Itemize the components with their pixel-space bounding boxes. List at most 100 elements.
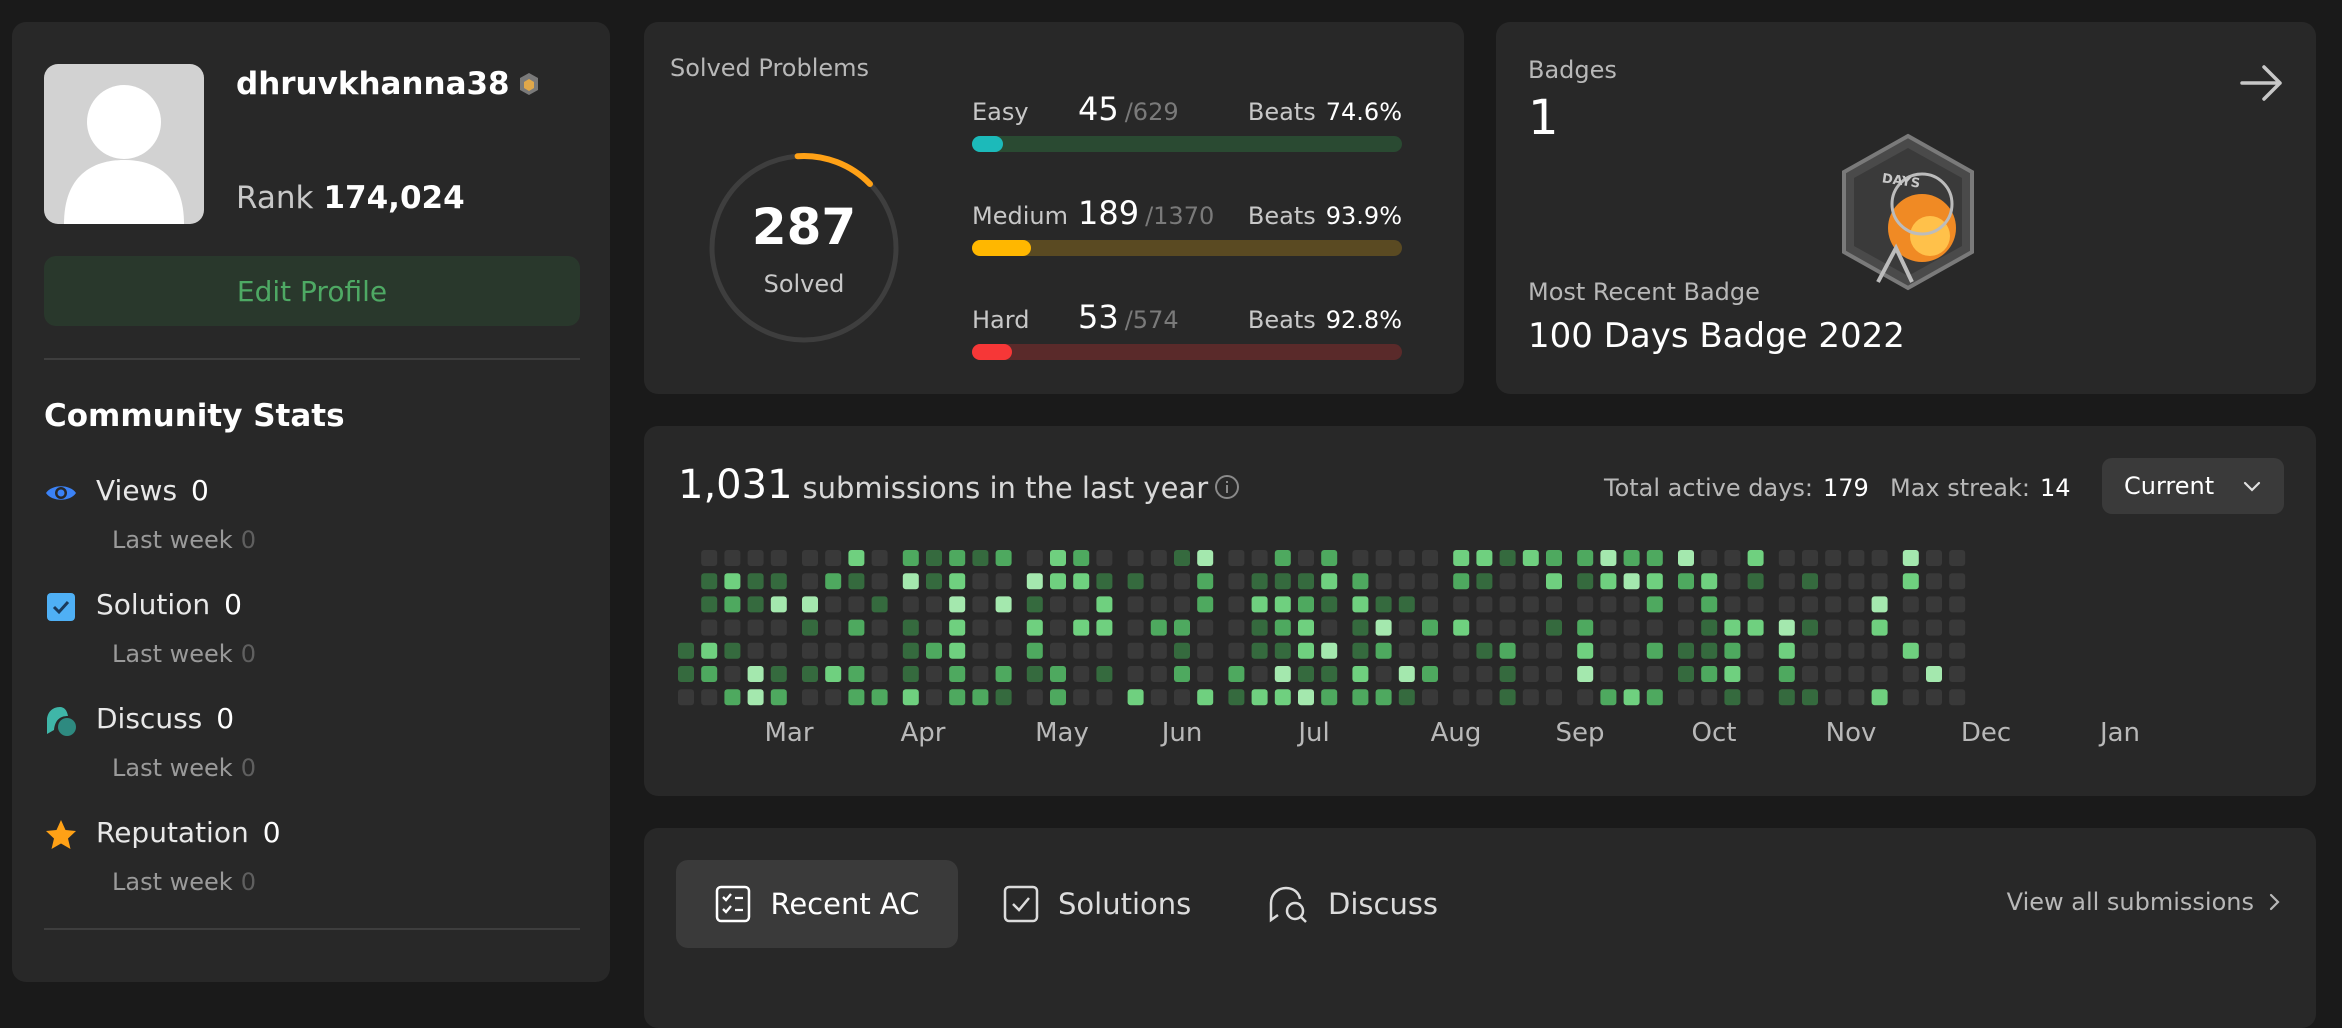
- heatmap-cell[interactable]: [1228, 596, 1245, 613]
- heatmap-cell[interactable]: [802, 573, 818, 590]
- tab-solutions[interactable]: Solutions: [1002, 860, 1191, 948]
- heatmap-cell[interactable]: [1778, 619, 1795, 636]
- heatmap-cell[interactable]: [1926, 573, 1942, 590]
- heatmap-cell[interactable]: [1802, 642, 1818, 659]
- heatmap-cell[interactable]: [1352, 666, 1369, 682]
- heatmap-cell[interactable]: [1646, 689, 1663, 706]
- heatmap-cell[interactable]: [802, 596, 818, 613]
- heatmap-cell[interactable]: [1422, 642, 1438, 659]
- heatmap-cell[interactable]: [802, 619, 818, 636]
- heatmap-cell[interactable]: [1747, 573, 1764, 590]
- heatmap-cell[interactable]: [1174, 596, 1190, 613]
- heatmap-cell[interactable]: [1096, 596, 1113, 613]
- heatmap-cell[interactable]: [1096, 666, 1113, 682]
- heatmap-cell[interactable]: [1026, 550, 1043, 566]
- heatmap-cell[interactable]: [1127, 550, 1144, 566]
- heatmap-cell[interactable]: [1197, 689, 1214, 706]
- heatmap-cell[interactable]: [1096, 573, 1113, 590]
- username[interactable]: dhruvkhanna38: [236, 66, 540, 104]
- heatmap-cell[interactable]: [1949, 596, 1966, 613]
- heatmap-cell[interactable]: [1902, 642, 1919, 659]
- heatmap-cell[interactable]: [1096, 642, 1113, 659]
- heatmap-cell[interactable]: [1096, 619, 1113, 636]
- heatmap-cell[interactable]: [1926, 619, 1942, 636]
- heatmap-cell[interactable]: [1321, 642, 1338, 659]
- heatmap-cell[interactable]: [1701, 596, 1718, 613]
- heatmap-cell[interactable]: [902, 596, 919, 613]
- heatmap-cell[interactable]: [1422, 619, 1438, 636]
- heatmap-cell[interactable]: [678, 642, 694, 659]
- heatmap-cell[interactable]: [1026, 573, 1043, 590]
- heatmap-cell[interactable]: [1747, 619, 1764, 636]
- heatmap-cell[interactable]: [1476, 596, 1493, 613]
- heatmap-cell[interactable]: [1646, 642, 1663, 659]
- heatmap-cell[interactable]: [1825, 689, 1842, 706]
- heatmap-cell[interactable]: [701, 550, 718, 566]
- heatmap-cell[interactable]: [1577, 666, 1594, 682]
- heatmap-cell[interactable]: [1352, 619, 1369, 636]
- heatmap-cell[interactable]: [1646, 619, 1663, 636]
- heatmap-cell[interactable]: [1375, 642, 1392, 659]
- heatmap-cell[interactable]: [1150, 689, 1167, 706]
- heatmap-cell[interactable]: [995, 596, 1012, 613]
- heatmap-cell[interactable]: [1646, 573, 1663, 590]
- heatmap-cell[interactable]: [1949, 619, 1966, 636]
- heatmap-cell[interactable]: [1724, 550, 1741, 566]
- heatmap-cell[interactable]: [1848, 689, 1865, 706]
- heatmap-cell[interactable]: [1197, 642, 1214, 659]
- heatmap-cell[interactable]: [1476, 666, 1493, 682]
- heatmap-cell[interactable]: [1228, 689, 1245, 706]
- heatmap-cell[interactable]: [747, 573, 764, 590]
- heatmap-cell[interactable]: [1724, 666, 1741, 682]
- heatmap-cell[interactable]: [802, 666, 818, 682]
- heatmap-cell[interactable]: [1499, 666, 1516, 682]
- heatmap-cell[interactable]: [1926, 596, 1942, 613]
- heatmap-cell[interactable]: [972, 666, 989, 682]
- heatmap-cell[interactable]: [1174, 573, 1190, 590]
- heatmap-cell[interactable]: [1073, 642, 1090, 659]
- heatmap-cell[interactable]: [1949, 550, 1966, 566]
- heatmap-cell[interactable]: [802, 689, 818, 706]
- heatmap-cell[interactable]: [1274, 642, 1291, 659]
- heatmap-cell[interactable]: [1747, 642, 1764, 659]
- heatmap-cell[interactable]: [1453, 642, 1470, 659]
- heatmap-cell[interactable]: [1623, 619, 1640, 636]
- heatmap-cell[interactable]: [724, 619, 741, 636]
- heatmap-cell[interactable]: [1274, 550, 1291, 566]
- heatmap-cell[interactable]: [1701, 619, 1718, 636]
- heatmap-cell[interactable]: [972, 550, 989, 566]
- heatmap-cell[interactable]: [1321, 666, 1338, 682]
- heatmap-cell[interactable]: [902, 666, 919, 682]
- heatmap-cell[interactable]: [972, 689, 989, 706]
- heatmap-cell[interactable]: [995, 619, 1012, 636]
- heatmap-cell[interactable]: [1802, 596, 1818, 613]
- heatmap-cell[interactable]: [1352, 596, 1369, 613]
- heatmap-cell[interactable]: [1623, 550, 1640, 566]
- heatmap-cell[interactable]: [1453, 596, 1470, 613]
- heatmap-cell[interactable]: [848, 666, 865, 682]
- heatmap-cell[interactable]: [1678, 550, 1694, 566]
- heatmap-cell[interactable]: [1050, 666, 1066, 682]
- heatmap-cell[interactable]: [724, 642, 741, 659]
- heatmap-cell[interactable]: [1398, 642, 1415, 659]
- heatmap-cell[interactable]: [902, 573, 919, 590]
- heatmap-cell[interactable]: [1251, 550, 1268, 566]
- heatmap-cell[interactable]: [1274, 619, 1291, 636]
- heatmap-cell[interactable]: [770, 550, 787, 566]
- heatmap-cell[interactable]: [1453, 666, 1470, 682]
- heatmap-cell[interactable]: [1926, 689, 1942, 706]
- heatmap-cell[interactable]: [1871, 642, 1888, 659]
- heatmap-cell[interactable]: [1701, 689, 1718, 706]
- heatmap-cell[interactable]: [926, 596, 942, 613]
- heatmap-cell[interactable]: [1701, 550, 1718, 566]
- heatmap-cell[interactable]: [1600, 666, 1617, 682]
- heatmap-cell[interactable]: [926, 573, 942, 590]
- heatmap-cell[interactable]: [1422, 550, 1438, 566]
- heatmap-cell[interactable]: [701, 666, 718, 682]
- heatmap-cell[interactable]: [1778, 666, 1795, 682]
- heatmap-cell[interactable]: [1926, 642, 1942, 659]
- heatmap-cell[interactable]: [949, 550, 966, 566]
- heatmap-cell[interactable]: [1251, 596, 1268, 613]
- heatmap-cell[interactable]: [1646, 666, 1663, 682]
- heatmap-cell[interactable]: [926, 619, 942, 636]
